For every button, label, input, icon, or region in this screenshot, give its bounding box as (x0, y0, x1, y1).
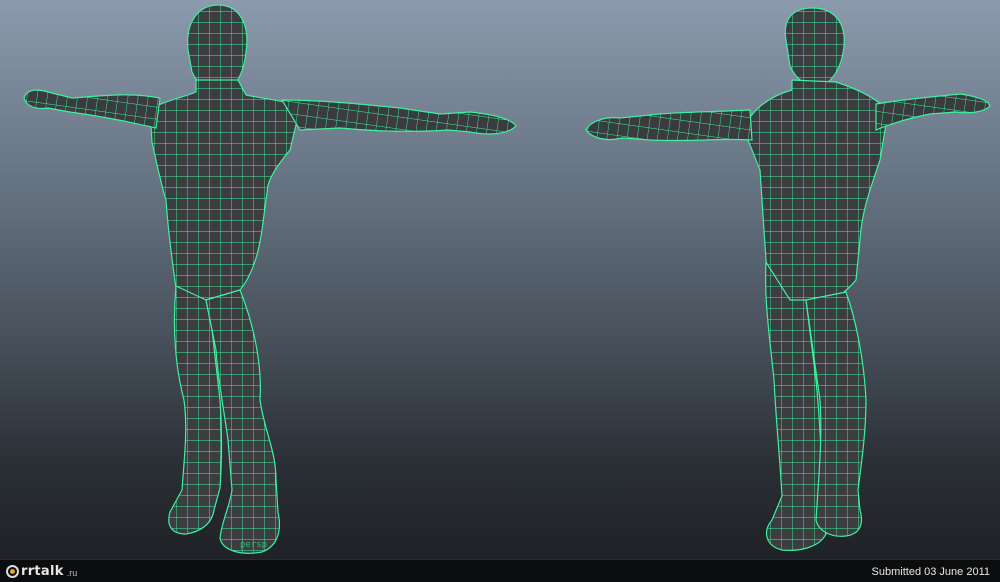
viewport-camera-label: persp (240, 540, 268, 550)
submitted-date: Submitted 03 June 2011 (871, 566, 990, 578)
3d-viewport[interactable]: persp (0, 0, 1000, 560)
footer-bar: rrtalk .ru Submitted 03 June 2011 (0, 559, 1000, 582)
logo-suffix: .ru (66, 567, 78, 578)
front-figure-model[interactable] (23, 4, 517, 554)
logo-text: rrtalk (21, 563, 64, 579)
viewport-canvas (23, 4, 991, 554)
back-figure-model[interactable] (585, 7, 991, 551)
logo-mark-icon (6, 564, 19, 578)
site-logo[interactable]: rrtalk .ru (6, 563, 77, 579)
